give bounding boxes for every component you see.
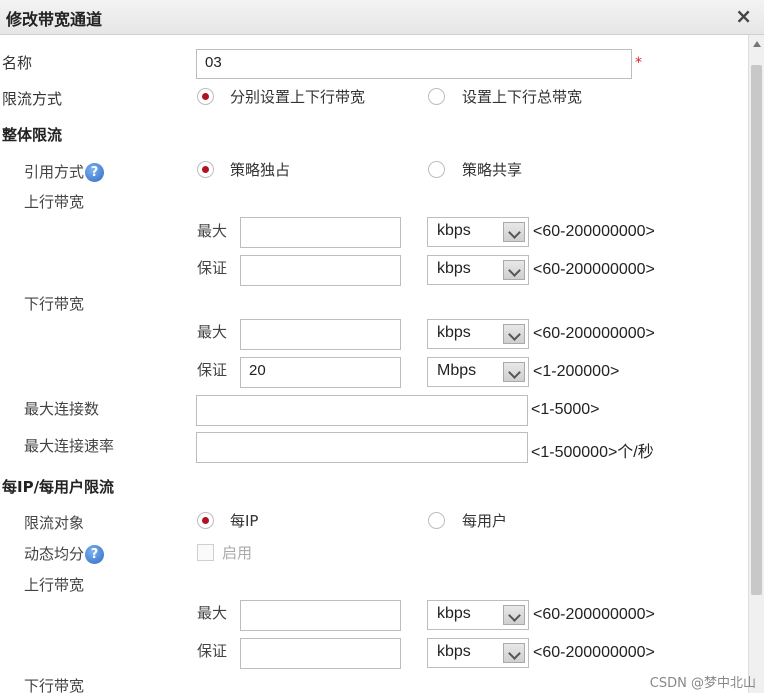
per-ip-up-max-label: 最大: [197, 604, 228, 622]
overall-up-max-input[interactable]: [240, 217, 401, 248]
overall-up-max-range: <60-200000000>: [533, 223, 655, 240]
max-conn-rate-input[interactable]: [196, 432, 528, 463]
name-input[interactable]: 03: [196, 49, 632, 79]
overall-upstream-label: 上行带宽: [24, 193, 85, 211]
ref-mode-radio-shared[interactable]: [428, 161, 445, 178]
unit-value: kbps: [437, 260, 471, 277]
help-icon[interactable]: ?: [85, 545, 105, 564]
ref-mode-label-text: 引用方式: [24, 163, 85, 181]
help-icon[interactable]: ?: [85, 163, 105, 182]
dialog-title: 修改带宽通道: [6, 10, 103, 29]
scroll-up-icon[interactable]: [753, 41, 761, 47]
limit-target-option-user[interactable]: 每用户: [462, 510, 507, 531]
overall-up-guarantee-input[interactable]: [240, 255, 401, 286]
overall-up-guarantee-label: 保证: [197, 259, 228, 277]
overall-up-max-unit-select[interactable]: kbps: [427, 217, 529, 247]
limit-mode-radio-total[interactable]: [428, 88, 445, 105]
chevron-down-icon[interactable]: [503, 222, 525, 242]
overall-down-guarantee-unit-select[interactable]: Mbps: [427, 357, 529, 387]
dynamic-share-label: 动态均分?: [24, 543, 105, 564]
overall-down-max-unit-select[interactable]: kbps: [427, 319, 529, 349]
name-label: 名称: [2, 54, 33, 72]
chevron-down-icon[interactable]: [503, 260, 525, 280]
watermark: CSDN @梦中北山: [649, 676, 756, 691]
chevron-down-icon[interactable]: [503, 643, 525, 663]
overall-up-guarantee-unit-select[interactable]: kbps: [427, 255, 529, 285]
overall-down-guarantee-range: <1-200000>: [533, 363, 620, 380]
unit-value: kbps: [437, 605, 471, 622]
per-ip-up-max-unit-select[interactable]: kbps: [427, 600, 529, 630]
dynamic-share-checkbox[interactable]: [197, 544, 214, 561]
dialog-titlebar: 修改带宽通道 ×: [0, 0, 764, 35]
chevron-down-icon[interactable]: [503, 324, 525, 344]
vertical-scrollbar[interactable]: [748, 35, 764, 693]
chevron-down-icon[interactable]: [503, 605, 525, 625]
limit-target-label: 限流对象: [24, 514, 85, 532]
per-ip-up-guarantee-label: 保证: [197, 642, 228, 660]
scrollbar-thumb[interactable]: [751, 65, 762, 595]
chevron-down-icon[interactable]: [503, 362, 525, 382]
max-conn-rate-range: <1-500000>个/秒: [531, 444, 654, 461]
overall-down-max-input[interactable]: [240, 319, 401, 350]
limit-mode-label: 限流方式: [2, 90, 63, 108]
overall-down-guarantee-label: 保证: [197, 361, 228, 379]
required-mark: *: [635, 55, 642, 71]
overall-limit-heading: 整体限流: [2, 126, 63, 144]
max-conn-range: <1-5000>: [531, 401, 600, 418]
limit-mode-radio-separate[interactable]: [197, 88, 214, 105]
unit-value: kbps: [437, 643, 471, 660]
limit-mode-option-total[interactable]: 设置上下行总带宽: [462, 86, 582, 107]
per-ip-up-guarantee-input[interactable]: [240, 638, 401, 669]
overall-downstream-label: 下行带宽: [24, 295, 85, 313]
ref-mode-option-shared[interactable]: 策略共享: [462, 159, 522, 180]
close-icon[interactable]: ×: [735, 4, 752, 28]
limit-mode-option-separate[interactable]: 分别设置上下行带宽: [230, 86, 365, 107]
per-ip-upstream-label: 上行带宽: [24, 576, 85, 594]
ref-mode-label: 引用方式?: [24, 161, 105, 182]
unit-value: kbps: [437, 222, 471, 239]
dialog-content: 名称 03 * 限流方式 分别设置上下行带宽 设置上下行总带宽 整体限流 引用方…: [0, 35, 748, 695]
per-ip-up-guarantee-range: <60-200000000>: [533, 644, 655, 661]
overall-up-guarantee-range: <60-200000000>: [533, 261, 655, 278]
max-conn-rate-label: 最大连接速率: [24, 437, 115, 455]
ref-mode-option-exclusive[interactable]: 策略独占: [230, 159, 290, 180]
overall-up-max-label: 最大: [197, 222, 228, 240]
limit-target-radio-ip[interactable]: [197, 512, 214, 529]
dynamic-share-checkbox-label: 启用: [222, 544, 253, 562]
max-conn-input[interactable]: [196, 395, 528, 426]
ref-mode-radio-exclusive[interactable]: [197, 161, 214, 178]
dynamic-share-label-text: 动态均分: [24, 545, 85, 563]
per-ip-up-guarantee-unit-select[interactable]: kbps: [427, 638, 529, 668]
limit-target-option-ip[interactable]: 每IP: [230, 510, 258, 531]
per-ip-up-max-input[interactable]: [240, 600, 401, 631]
overall-down-max-label: 最大: [197, 323, 228, 341]
overall-down-guarantee-input[interactable]: 20: [240, 357, 401, 388]
unit-value: kbps: [437, 324, 471, 341]
per-ip-limit-heading: 每IP/每用户限流: [2, 478, 115, 496]
overall-down-max-range: <60-200000000>: [533, 325, 655, 342]
unit-value: Mbps: [437, 362, 477, 379]
max-conn-label: 最大连接数: [24, 400, 100, 418]
limit-target-radio-user[interactable]: [428, 512, 445, 529]
per-ip-up-max-range: <60-200000000>: [533, 606, 655, 623]
